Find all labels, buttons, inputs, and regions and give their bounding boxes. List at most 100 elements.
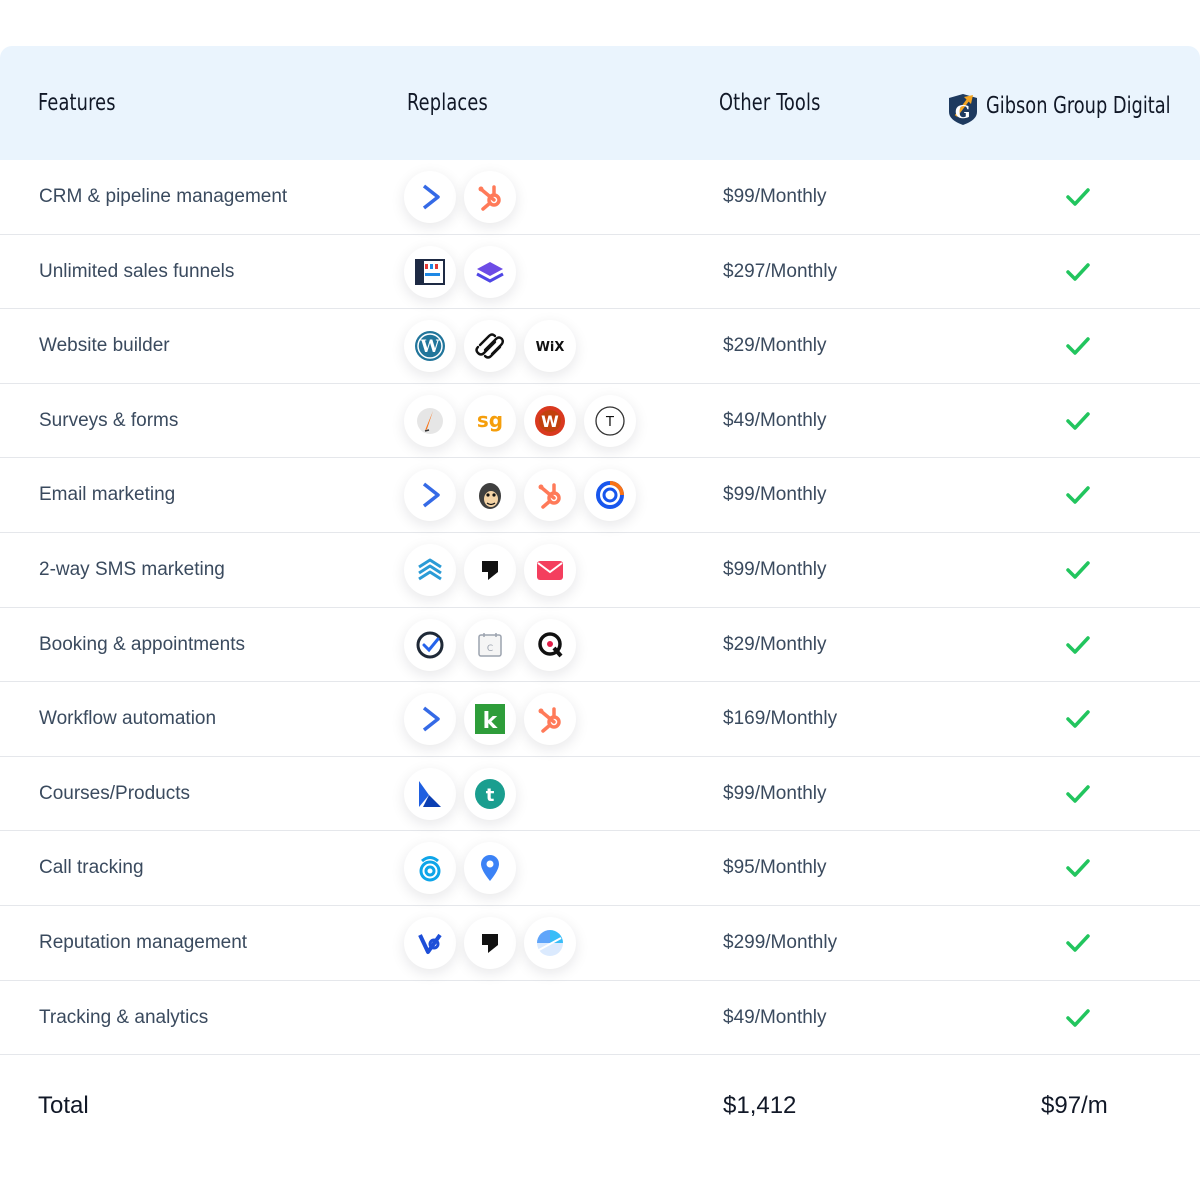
location-pin-icon <box>464 842 516 895</box>
header-other-tools: Other Tools <box>719 90 821 116</box>
check-icon <box>1066 412 1090 430</box>
brand-name: Gibson Group Digital <box>986 93 1171 119</box>
total-label: Total <box>38 1092 89 1119</box>
header-replaces: Replaces <box>407 90 488 116</box>
feature-label: Email marketing <box>39 484 176 506</box>
other-tools-price: $99/Monthly <box>723 484 827 506</box>
table-header: Features Replaces Other Tools G Gibson G… <box>0 46 1200 160</box>
activecampaign-icon <box>404 469 456 522</box>
comparison-table: Features Replaces Other Tools G Gibson G… <box>0 46 1200 1056</box>
other-tools-price: $95/Monthly <box>723 857 827 879</box>
surveygizmo-icon: sg <box>464 394 516 447</box>
mailchimp-icon <box>464 469 516 522</box>
feature-label: Booking & appointments <box>39 633 245 655</box>
jotform-icon <box>404 394 456 447</box>
svg-text:k: k <box>483 709 499 734</box>
other-tools-price: $29/Monthly <box>723 633 827 655</box>
check-icon <box>1066 1008 1090 1027</box>
header-features: Features <box>38 90 116 116</box>
other-tools-price: $169/Monthly <box>723 708 838 730</box>
replaces-icons <box>404 171 516 223</box>
table-row: Email marketing $99/Monthly <box>0 458 1200 533</box>
other-tools-price: $299/Monthly <box>723 931 838 953</box>
feature-label: Unlimited sales funnels <box>39 260 235 282</box>
svg-text:G: G <box>955 102 970 123</box>
other-tools-price: $297/Monthly <box>723 260 838 282</box>
yext-icon <box>524 916 576 969</box>
gibson-group-logo-icon: G <box>949 94 977 125</box>
check-icon <box>1066 561 1090 579</box>
replaces-icons: C <box>404 618 576 671</box>
other-tools-price: $29/Monthly <box>723 335 827 357</box>
replaces-icons <box>404 842 516 895</box>
other-tools-price: $99/Monthly <box>723 782 827 804</box>
acuity-check-icon <box>404 618 456 671</box>
svg-text:W: W <box>541 412 559 431</box>
table-row: Surveys & forms sg W T $49/Monthly <box>0 384 1200 459</box>
replaces-icons <box>404 916 576 969</box>
birdeye-icon <box>404 916 456 969</box>
hubspot-icon <box>464 171 516 223</box>
replaces-icons <box>404 469 636 522</box>
total-other-tools: $1,412 <box>723 1092 797 1119</box>
wufoo-icon: W <box>524 394 576 447</box>
svg-text:WiX: WiX <box>536 340 565 355</box>
activecampaign-icon <box>404 171 456 223</box>
feature-label: Courses/Products <box>39 782 191 804</box>
table-row: Unlimited sales funnels $297/Monthly <box>0 235 1200 310</box>
callrail-icon <box>404 842 456 895</box>
table-row: Reputation management $299/Monthly <box>0 906 1200 981</box>
other-tools-price: $99/Monthly <box>723 558 827 580</box>
replaces-icons: sg W T <box>404 394 636 447</box>
other-tools-price: $49/Monthly <box>723 409 827 431</box>
feature-label: Tracking & analytics <box>39 1006 209 1028</box>
table-row: Booking & appointments C $29/Monthly <box>0 608 1200 683</box>
check-icon <box>1066 262 1090 281</box>
check-icon <box>1066 934 1090 952</box>
replaces-icons: k <box>404 693 576 746</box>
feature-label: Website builder <box>39 335 170 357</box>
total-gibson: $97/m <box>1041 1092 1108 1119</box>
replaces-icons: W WiX <box>404 320 576 373</box>
keap-icon: k <box>464 693 516 746</box>
feature-label: Surveys & forms <box>39 409 179 431</box>
check-icon <box>1066 859 1090 878</box>
oncehub-icon <box>524 618 576 671</box>
table-row: Tracking & analytics $49/Monthly <box>0 981 1200 1056</box>
check-icon <box>1066 710 1090 728</box>
feature-label: CRM & pipeline management <box>39 186 288 207</box>
table-row: Call tracking $95/Monthly <box>0 831 1200 906</box>
svg-text:W: W <box>419 337 440 357</box>
feature-label: Workflow automation <box>39 708 217 730</box>
check-icon <box>1066 337 1090 355</box>
podium-icon <box>464 543 516 596</box>
clickfunnels-icon <box>404 245 456 298</box>
activecampaign-icon <box>404 693 456 746</box>
table-row: Workflow automation k $169/Monthly <box>0 682 1200 757</box>
other-tools-price: $49/Monthly <box>723 1006 827 1028</box>
kartra-stack-icon <box>464 245 516 298</box>
table-row: Courses/Products t $99/Monthly <box>0 757 1200 832</box>
total-row: Total $1,412 $97/m <box>0 1056 1200 1156</box>
svg-text:C: C <box>487 644 493 654</box>
svg-text:t: t <box>486 785 495 806</box>
check-icon <box>1066 188 1090 206</box>
table-row: 2-way SMS marketing $99/Monthly <box>0 533 1200 608</box>
podium-icon <box>464 916 516 969</box>
brand-header: G Gibson Group Digital <box>946 86 1200 126</box>
constant-contact-icon <box>584 469 636 522</box>
replaces-icons <box>404 543 576 596</box>
wix-icon: WiX <box>524 320 576 373</box>
other-tools-price: $99/Monthly <box>723 186 827 207</box>
replaces-icons <box>404 245 516 298</box>
teachable-icon: t <box>464 767 516 820</box>
feature-label: Call tracking <box>39 857 144 879</box>
svg-text:sg: sg <box>477 408 503 432</box>
replaces-icons: t <box>404 767 516 820</box>
smsbump-icon <box>404 543 456 596</box>
calendly-icon: C <box>464 618 516 671</box>
feature-label: 2-way SMS marketing <box>39 558 225 580</box>
check-icon <box>1066 486 1090 505</box>
wordpress-icon: W <box>404 320 456 373</box>
hubspot-icon <box>524 469 576 522</box>
